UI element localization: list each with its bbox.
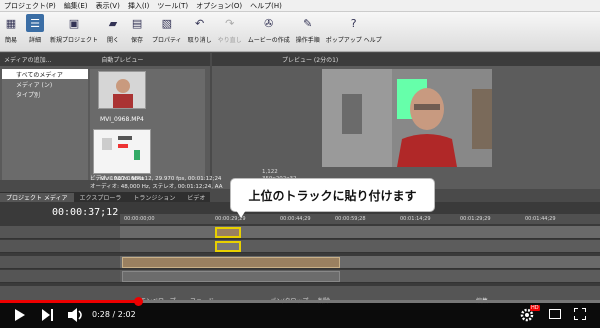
tab-video-fx[interactable]: ビデオ (181, 193, 211, 202)
tree-item-all-media[interactable]: すべてのメディア (2, 69, 88, 79)
menu-options[interactable]: オプション(O) (196, 1, 242, 11)
video-clip[interactable] (122, 257, 340, 268)
tree-item-by-type[interactable]: タイプ別 (2, 89, 88, 99)
undo-button[interactable]: ↶ 取り消し (188, 14, 212, 45)
track-header-video-1[interactable] (0, 226, 120, 239)
tab-transitions[interactable]: トランジション (127, 193, 181, 202)
callout-pointer (236, 210, 246, 218)
project-media-panel: メディアの追加... 自動プレビュー すべてのメディア メディア (ン) タイプ… (0, 53, 210, 189)
ruler-tick: 00:00:59;28 (335, 216, 366, 222)
audio-clip[interactable] (122, 271, 340, 282)
presenter-video-image (322, 69, 492, 167)
preview-frame (322, 69, 492, 167)
timeline-timecode: 00:00:37;12 (52, 207, 119, 218)
ruler-tick: 00:00:00;00 (124, 216, 155, 222)
preview-frame-number: 1,122 (262, 169, 278, 175)
track-audio-2[interactable] (120, 270, 600, 283)
callout-text: 上位のトラックに貼り付けます (248, 188, 417, 203)
redo-button[interactable]: ↷ やり直し (218, 14, 242, 45)
menu-project[interactable]: プロジェクト(P) (4, 1, 56, 11)
new-project-button[interactable]: ▣ 新規プロジェクト (50, 14, 98, 45)
render-movie-button[interactable]: ✇ ムービーの作成 (248, 14, 290, 45)
auto-preview-label[interactable]: 自動プレビュー (101, 55, 143, 64)
play-icon[interactable] (14, 309, 26, 321)
track-video-1[interactable] (120, 226, 600, 239)
media-filename: MVI_0968.MP4 (100, 116, 144, 123)
playback-time: 0:28 / 2:02 (92, 310, 136, 319)
popup-help-button[interactable]: ? ポップアップ ヘルプ (326, 14, 382, 45)
save-button[interactable]: ▤ 保存 (128, 14, 146, 45)
popup-help-icon: ? (350, 16, 357, 30)
film-reel-icon: ✇ (264, 16, 274, 30)
window-docking-tabs: プロジェクト メディア エクスプローラ トランジション ビデオ (0, 192, 210, 202)
track-header-video-2[interactable] (0, 256, 120, 269)
list-icon: ☰ (26, 14, 44, 32)
media-panel-header: メディアの追加... 自動プレビュー (0, 53, 210, 66)
undo-icon: ↶ (195, 16, 205, 30)
simple-view-button[interactable]: ▦ 簡易 (2, 14, 20, 45)
import-media-label[interactable]: メディアの追加... (4, 55, 51, 64)
properties-icon: ▧ (161, 16, 173, 30)
ruler-tick: 00:00:44;29 (280, 216, 311, 222)
hd-badge: HD (530, 305, 540, 311)
video-properties: ビデオ: 1920x1080x12, 29.970 fps, 00:01:12;… (90, 176, 222, 182)
ruler-tick: 00:01:14;29 (400, 216, 431, 222)
show-me-how-button[interactable]: ✎ 操作手順 (296, 14, 320, 45)
video-player-controls: 0:28 / 2:02 HD (0, 297, 600, 328)
menu-bar: プロジェクト(P) 編集(E) 表示(V) 挿入(I) ツール(T) オプション… (0, 0, 600, 12)
theater-mode-icon[interactable] (549, 309, 561, 319)
volume-icon[interactable] (68, 308, 84, 322)
ruler-tick: 00:01:29;29 (460, 216, 491, 222)
folder-icon: ▰ (108, 16, 118, 30)
grid-icon: ▦ (5, 16, 17, 30)
properties-button[interactable]: ▧ プロパティ (152, 14, 182, 45)
tab-explorer[interactable]: エクスプローラ (74, 193, 128, 202)
menu-edit[interactable]: 編集(E) (64, 1, 88, 11)
video-preview-panel: プレビュー (2分の1) 1,122 359x202x32 (212, 53, 600, 189)
track-audio-1[interactable] (120, 240, 600, 253)
track-header-audio-1[interactable] (0, 240, 120, 253)
preview-header: プレビュー (2分の1) (212, 53, 600, 66)
menu-view[interactable]: 表示(V) (96, 1, 120, 11)
fullscreen-icon[interactable] (574, 308, 586, 320)
progress-played (0, 300, 138, 303)
audio-clip-selected[interactable] (215, 241, 241, 252)
timeline-ruler[interactable]: 00:00:00;00 00:00:29;29 00:00:44;29 00:0… (120, 214, 600, 224)
menu-help[interactable]: ヘルプ(H) (250, 1, 282, 11)
detail-view-button[interactable]: ☰ 詳細 (26, 14, 44, 44)
new-project-icon: ▣ (68, 16, 80, 30)
video-clip-selected[interactable] (215, 227, 241, 238)
open-button[interactable]: ▰ 開く (104, 14, 122, 45)
media-thumbnails: MVI_0968.MP4 MVI_0971.MP4 (90, 69, 205, 187)
track-header-audio-2[interactable] (0, 270, 120, 283)
track-video-2[interactable] (120, 256, 600, 269)
person-thumbnail-icon (99, 72, 145, 108)
media-properties: ビデオ: 1920x1080x12, 29.970 fps, 00:01:12;… (0, 176, 222, 192)
audio-properties: オーディオ: 48,000 Hz, ステレオ, 00:01:12;24, AA (90, 184, 223, 190)
save-icon: ▤ (131, 16, 143, 30)
menu-insert[interactable]: 挿入(I) (128, 1, 150, 11)
menu-tools[interactable]: ツール(T) (157, 1, 188, 11)
next-icon[interactable] (42, 309, 54, 321)
media-thumbnail[interactable] (98, 71, 146, 109)
main-toolbar: ▦ 簡易 ☰ 詳細 ▣ 新規プロジェクト ▰ 開く ▤ 保存 ▧ プロパティ ↶… (0, 12, 600, 52)
media-thumbnail[interactable] (93, 129, 151, 174)
help-icon: ✎ (303, 16, 313, 30)
media-tree: すべてのメディア メディア (ン) タイプ別 (2, 69, 88, 187)
timeline-panel: 00:00:37;12 00:00:00;00 00:00:29;29 00:0… (0, 202, 600, 287)
editor-window: プロジェクト(P) 編集(E) 表示(V) 挿入(I) ツール(T) オプション… (0, 0, 600, 328)
whiteboard-thumbnail-icon (94, 130, 150, 173)
instruction-callout: 上位のトラックに貼り付けます (230, 178, 435, 212)
tree-item-media-bins[interactable]: メディア (ン) (2, 79, 88, 89)
tab-project-media[interactable]: プロジェクト メディア (0, 192, 74, 202)
preview-quality-label[interactable]: プレビュー (2分の1) (282, 55, 338, 64)
redo-icon: ↷ (225, 16, 235, 30)
ruler-tick: 00:01:44;29 (525, 216, 556, 222)
progress-scrubber[interactable] (134, 297, 143, 306)
